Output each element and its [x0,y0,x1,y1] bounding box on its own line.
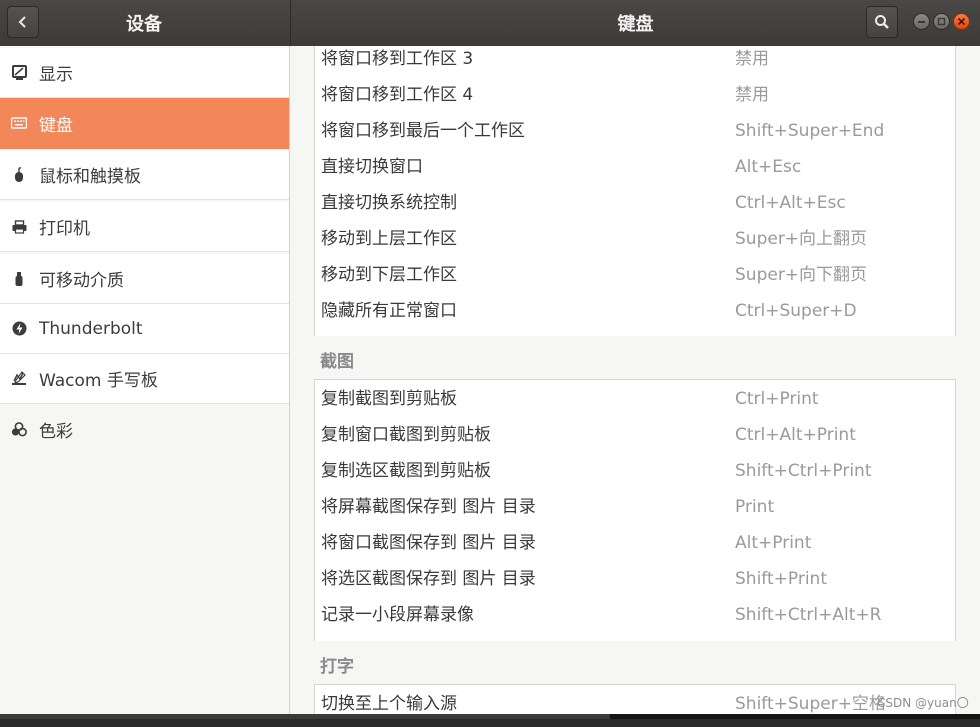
sidebar-item-removable-media[interactable]: 可移动介质 [0,254,289,304]
back-button[interactable] [7,6,39,38]
shortcut-name: 将选区截图保存到 图片 目录 [321,569,536,589]
keyboard-icon [11,115,27,131]
search-icon [875,15,889,29]
shortcut-accel: Ctrl+Alt+Esc [735,193,846,213]
shortcut-accel: Shift+Ctrl+Alt+R [735,605,882,625]
printer-icon [11,219,27,235]
thunderbolt-icon [11,321,27,337]
color-icon [11,421,27,437]
shortcut-row[interactable]: 移动到下层工作区 Super+向下翻页 [315,262,955,298]
shortcut-name: 切换至上个输入源 [321,694,457,714]
shortcut-name: 记录一小段屏幕录像 [321,605,474,625]
chevron-left-icon [18,16,26,28]
shortcut-row[interactable]: 记录一小段屏幕录像 Shift+Ctrl+Alt+R [315,602,955,638]
sidebar-item-label: 打印机 [39,219,90,239]
shortcut-row[interactable]: 直接切换窗口 Alt+Esc [315,154,955,190]
display-icon [11,65,27,81]
shortcut-name: 移动到上层工作区 [321,229,457,249]
shortcut-row[interactable]: 复制窗口截图到剪贴板 Ctrl+Alt+Print [315,422,955,458]
shortcut-accel: Print [735,497,775,517]
wacom-tablet-icon [11,371,27,387]
sidebar-item-label: 键盘 [39,115,73,136]
shortcut-name: 将窗口截图保存到 图片 目录 [321,533,536,553]
shortcut-row[interactable]: 将屏幕截图保存到 图片 目录 Print [315,494,955,530]
shortcut-row[interactable]: 将窗口移到最后一个工作区 Shift+Super+End [315,118,955,154]
shortcut-accel: Shift+Super+空格 [735,694,886,714]
sidebar-item-keyboard[interactable]: 键盘 [0,98,289,149]
shortcut-accel: Shift+Super+End [735,121,885,141]
watermark: CSDN @yuan〇 [877,696,969,710]
shortcut-accel: Super+向下翻页 [735,265,868,285]
sidebar-item-color[interactable]: 色彩 [0,404,289,454]
shortcut-accel: Ctrl+Print [735,389,819,409]
sidebar-item-label: 显示 [39,65,73,85]
panel-title: 设备 [126,14,162,35]
shortcut-row[interactable]: 将窗口移到工作区 3 禁用 [315,46,955,82]
header-bar: 设备 键盘 [0,0,980,46]
shortcut-name: 将屏幕截图保存到 图片 目录 [321,497,536,517]
shortcut-accel: Shift+Ctrl+Print [735,461,872,481]
shortcut-accel: 禁用 [735,49,769,69]
shortcut-row[interactable]: 切换至上个输入源 Shift+Super+空格 [315,691,955,727]
shortcut-row[interactable]: 复制选区截图到剪贴板 Shift+Ctrl+Print [315,458,955,494]
maximize-button[interactable] [933,13,950,30]
shortcut-accel: Super+向上翻页 [735,229,868,249]
shortcut-name: 将窗口移到工作区 3 [321,49,474,69]
shortcut-name: 复制截图到剪贴板 [321,389,457,409]
shortcut-panel-typing: 切换至上个输入源 Shift+Super+空格 [314,684,956,714]
maximize-icon [937,17,946,26]
shortcut-name: 复制选区截图到剪贴板 [321,461,491,481]
minimize-icon [918,21,925,23]
sidebar-item-label: Wacom 手写板 [39,371,158,391]
close-button[interactable] [953,13,970,30]
shortcut-name: 隐藏所有正常窗口 [321,301,457,321]
sidebar-item-mouse-touchpad[interactable]: 鼠标和触摸板 [0,150,289,200]
shortcut-row[interactable]: 将选区截图保存到 图片 目录 Shift+Print [315,566,955,602]
section-title-screenshot: 截图 [320,352,354,372]
shortcut-row[interactable]: 复制截图到剪贴板 Ctrl+Print [315,386,955,422]
shortcut-accel: Alt+Esc [735,157,802,177]
sidebar-item-label: Thunderbolt [39,318,143,339]
sidebar: 显示 键盘 鼠标和触摸板 打印机 可移动介质 Thunderbolt Wacom… [0,46,290,714]
shortcut-name: 直接切换系统控制 [321,193,457,213]
shortcut-accel: Ctrl+Super+D [735,301,857,321]
sidebar-item-thunderbolt[interactable]: Thunderbolt [0,304,289,354]
shortcut-name: 将窗口移到最后一个工作区 [321,121,525,141]
bottom-edge [0,714,980,719]
shortcut-list: 将窗口移到工作区 3 禁用 将窗口移到工作区 4 禁用 将窗口移到最后一个工作区… [290,46,980,714]
shortcut-accel: Alt+Print [735,533,812,553]
shortcut-name: 复制窗口截图到剪贴板 [321,425,491,445]
close-icon [957,17,966,26]
shortcut-row[interactable]: 将窗口移到工作区 4 禁用 [315,82,955,118]
search-button[interactable] [866,6,898,38]
shortcut-accel: Shift+Print [735,569,827,589]
sidebar-item-label: 可移动介质 [39,271,124,291]
sidebar-item-display[interactable]: 显示 [0,48,289,98]
sidebar-item-printer[interactable]: 打印机 [0,202,289,252]
bottom-edge-dark [610,714,980,719]
shortcut-row[interactable]: 移动到上层工作区 Super+向上翻页 [315,226,955,262]
sidebar-item-label: 鼠标和触摸板 [39,167,141,187]
mouse-icon [11,166,27,183]
sidebar-item-wacom[interactable]: Wacom 手写板 [0,354,289,404]
shortcut-panel-windows: 将窗口移到工作区 3 禁用 将窗口移到工作区 4 禁用 将窗口移到最后一个工作区… [314,46,956,336]
removable-media-icon [11,271,27,287]
minimize-button[interactable] [913,13,930,30]
shortcut-accel: Ctrl+Alt+Print [735,425,856,445]
shortcut-row[interactable]: 直接切换系统控制 Ctrl+Alt+Esc [315,190,955,226]
shortcut-panel-screenshot: 复制截图到剪贴板 Ctrl+Print 复制窗口截图到剪贴板 Ctrl+Alt+… [314,379,956,641]
shortcut-row[interactable]: 将窗口截图保存到 图片 目录 Alt+Print [315,530,955,566]
shortcut-name: 移动到下层工作区 [321,265,457,285]
shortcut-row[interactable]: 隐藏所有正常窗口 Ctrl+Super+D [315,298,955,334]
section-title-typing: 打字 [320,657,354,677]
shortcut-name: 直接切换窗口 [321,157,423,177]
shortcut-accel: 禁用 [735,85,769,105]
shortcut-name: 将窗口移到工作区 4 [321,85,474,105]
sidebar-item-label: 色彩 [39,421,73,442]
